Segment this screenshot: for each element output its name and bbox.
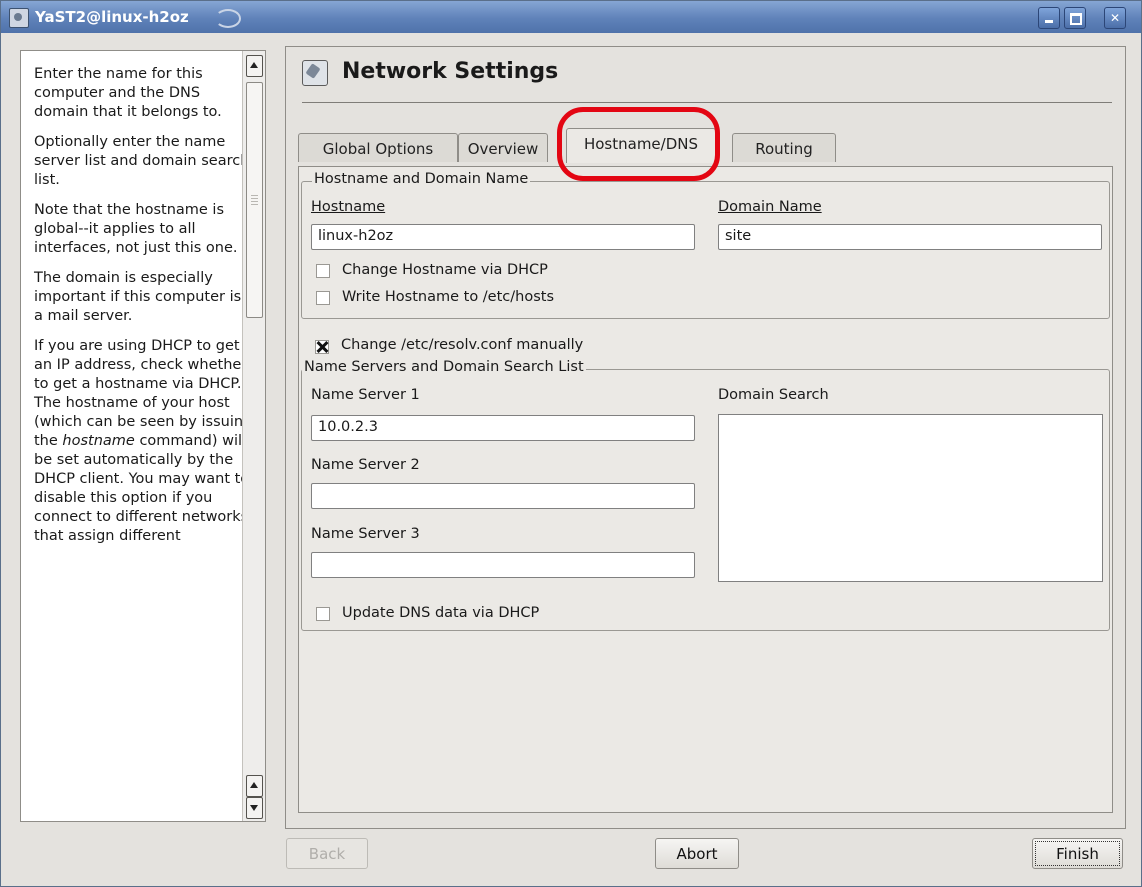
domain-name-label: Domain Name [718, 199, 822, 215]
tab-overview[interactable]: Overview [458, 133, 548, 162]
yast-window: YaST2@linux-h2oz ✕ Enter the name for th… [0, 0, 1142, 887]
content-area: Network Settings Global Options Overview… [285, 46, 1126, 829]
scroll-up-icon[interactable] [246, 55, 263, 77]
highlight-circle [557, 107, 720, 181]
domain-search-label: Domain Search [718, 387, 829, 403]
name-server-1-label: Name Server 1 [311, 387, 420, 403]
help-panel[interactable]: Enter the name for this computer and the… [20, 50, 266, 822]
hostname-group: Hostname and Domain Name Hostname linux-… [301, 171, 1110, 319]
name-server-2-label: Name Server 2 [311, 457, 420, 473]
help-scrollbar[interactable] [242, 51, 265, 821]
minimize-button[interactable] [1038, 7, 1060, 29]
hostname-field[interactable]: linux-h2oz [311, 224, 695, 250]
title-separator [302, 102, 1112, 103]
gecko-icon [215, 9, 241, 28]
name-server-3-label: Name Server 3 [311, 526, 420, 542]
back-button[interactable]: Back [286, 838, 368, 869]
help-text: Enter the name for this computer and the… [34, 65, 254, 557]
help-paragraph: The domain is especially important if th… [34, 270, 242, 324]
update-dns-dhcp-checkbox[interactable] [316, 607, 330, 621]
help-paragraph: If you are using DHCP to get an IP addre… [34, 338, 253, 544]
name-server-2-field[interactable] [311, 483, 695, 509]
nameserver-group-title: Name Servers and Domain Search List [302, 359, 586, 375]
help-paragraph: Enter the name for this computer and the… [34, 66, 222, 120]
finish-button[interactable]: Finish [1032, 838, 1123, 869]
help-paragraph: Optionally enter the name server list an… [34, 134, 250, 188]
page-title: Network Settings [342, 59, 559, 84]
app-icon[interactable] [9, 8, 29, 28]
close-button[interactable]: ✕ [1104, 7, 1126, 29]
domain-search-list[interactable] [718, 414, 1103, 582]
nameserver-group: Name Servers and Domain Search List Name… [301, 359, 1110, 631]
hostname-group-title: Hostname and Domain Name [312, 171, 531, 187]
update-dns-dhcp-label[interactable]: Update DNS data via DHCP [342, 605, 539, 621]
hostname-label: Hostname [311, 199, 386, 215]
abort-button[interactable]: Abort [655, 838, 739, 869]
title-bar[interactable]: YaST2@linux-h2oz ✕ [1, 1, 1141, 33]
change-hostname-dhcp-label[interactable]: Change Hostname via DHCP [342, 262, 548, 278]
write-hostname-hosts-checkbox[interactable] [316, 291, 330, 305]
network-settings-icon [302, 60, 328, 86]
name-server-1-field[interactable]: 10.0.2.3 [311, 415, 695, 441]
scroll-up-icon[interactable] [246, 775, 263, 797]
hostname-dns-panel: Hostname and Domain Name Hostname linux-… [298, 166, 1113, 813]
domain-name-field[interactable]: site [718, 224, 1102, 250]
change-resolv-conf-checkbox[interactable] [315, 340, 329, 354]
maximize-button[interactable] [1064, 7, 1086, 29]
name-server-3-field[interactable] [311, 552, 695, 578]
help-paragraph: Note that the hostname is global--it app… [34, 202, 238, 256]
change-resolv-conf-label[interactable]: Change /etc/resolv.conf manually [341, 337, 583, 353]
scroll-down-icon[interactable] [246, 797, 263, 819]
change-hostname-dhcp-checkbox[interactable] [316, 264, 330, 278]
window-title: YaST2@linux-h2oz [35, 8, 189, 26]
tab-global-options[interactable]: Global Options [298, 133, 458, 162]
write-hostname-hosts-label[interactable]: Write Hostname to /etc/hosts [342, 289, 554, 305]
scroll-thumb[interactable] [246, 82, 263, 318]
tab-routing[interactable]: Routing [732, 133, 836, 162]
